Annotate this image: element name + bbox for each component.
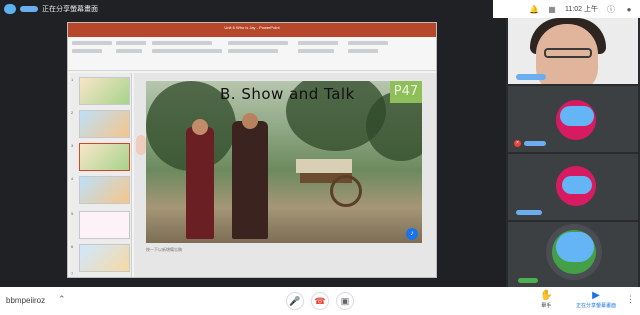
hang-up-icon: ☎ (314, 295, 326, 306)
sharing-text: 正在分享螢幕畫面 (42, 6, 98, 13)
avatar-blur (562, 176, 592, 194)
page-tag: P47 (390, 81, 422, 103)
current-slide: B. Show and Talk P47 ♪ (146, 81, 422, 243)
sharing-banner: 正在分享螢幕畫面 (0, 0, 506, 18)
mic-off-icon: × (514, 140, 521, 147)
grid-icon[interactable]: ▦ (547, 4, 557, 14)
participant-name (518, 278, 538, 283)
audio-icon[interactable]: ♪ (406, 228, 418, 240)
slide-notes[interactable]: 按一下以新增備忘稿 (146, 247, 422, 257)
shared-screen: Unit 6 Who is Jay - PowerPoint 1 2 3 4 5… (67, 22, 437, 278)
bell-icon[interactable]: 🔔 (529, 4, 539, 14)
thumb-number: 2 (71, 110, 74, 115)
slide-thumb[interactable] (79, 244, 130, 272)
person-left (186, 127, 214, 239)
meeting-code: bbmpeiiroz (6, 296, 46, 305)
avatar-icon[interactable]: ● (624, 4, 634, 14)
presenter-name (20, 6, 38, 12)
thumb-number: 7 (71, 271, 74, 276)
participant-tile[interactable] (508, 154, 638, 220)
participant-name (524, 141, 546, 146)
bottom-bar: bbmpeiiroz ⌃ 🎤 ☎ ▣ ✋ 舉手 ▶ 正在分享螢幕畫面 ⋮ (0, 287, 640, 315)
clock-time: 11:02 上午 (565, 6, 598, 13)
raise-hand-icon: ✋ (540, 290, 553, 301)
slide-thumb-selected[interactable] (79, 143, 130, 171)
avatar-blur (556, 232, 594, 262)
slide-stage: B. Show and Talk P47 ♪ 按一下以新增備忘稿 (134, 73, 436, 277)
thumb-number: 1 (71, 77, 74, 82)
person-right (232, 121, 268, 239)
slide-thumbnails: 1 2 3 4 5 6 7 (70, 73, 132, 277)
mic-icon: 🎤 (289, 295, 301, 306)
camera-button[interactable]: ▣ (336, 292, 354, 310)
cart-illustration (296, 159, 366, 207)
participant-name (516, 210, 542, 215)
thumb-number: 6 (71, 244, 74, 249)
slide-thumb[interactable] (79, 77, 130, 105)
powerpoint-titlebar: Unit 6 Who is Jay - PowerPoint (68, 23, 436, 32)
top-right-bar: 🔔 ▦ 11:02 上午 ⓘ ● (493, 0, 640, 18)
present-label: 正在分享螢幕畫面 (576, 303, 617, 309)
meet-window: 正在分享螢幕畫面 🔔 ▦ 11:02 上午 ⓘ ● Unit 6 Who is … (0, 0, 640, 315)
chevron-up-icon[interactable]: ⌃ (58, 294, 66, 305)
thumb-number: 5 (71, 211, 74, 216)
slide-thumb[interactable] (79, 176, 130, 204)
glasses-shape (544, 48, 592, 58)
self-name-label (516, 74, 546, 80)
more-icon[interactable]: ⋮ (626, 294, 635, 305)
raise-hand-label: 舉手 (541, 303, 552, 309)
info-icon[interactable]: ⓘ (606, 4, 616, 14)
participant-panel: × (506, 18, 640, 288)
slide-thumb[interactable] (79, 211, 130, 239)
hang-up-button[interactable]: ☎ (311, 292, 329, 310)
prev-slide-hint[interactable] (136, 135, 146, 155)
thumb-number: 3 (71, 143, 74, 148)
powerpoint-toolbar (68, 37, 436, 71)
camera-icon: ▣ (340, 295, 350, 306)
presenter-avatar (4, 4, 16, 14)
participant-tile[interactable] (508, 222, 638, 288)
slide-thumb[interactable] (79, 110, 130, 138)
mic-button[interactable]: 🎤 (286, 292, 304, 310)
thumb-number: 4 (71, 176, 74, 181)
self-video-tile[interactable] (508, 18, 638, 84)
avatar-blur (560, 106, 594, 126)
raise-hand-button[interactable]: ✋ 舉手 (540, 290, 552, 309)
slide-title: B. Show and Talk (220, 85, 355, 103)
participant-tile[interactable]: × (508, 86, 638, 152)
present-icon: ▶ (592, 290, 600, 301)
present-button[interactable]: ▶ 正在分享螢幕畫面 (576, 290, 616, 309)
slide-photo (146, 81, 422, 243)
